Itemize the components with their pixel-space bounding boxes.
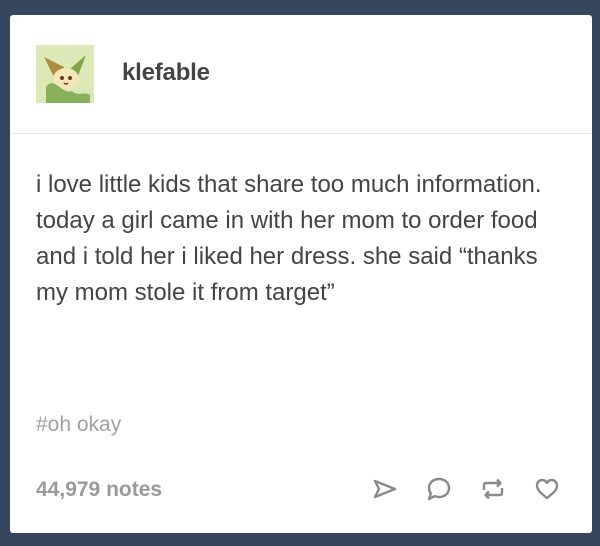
reblog-button[interactable] xyxy=(478,474,508,504)
post-body: i love little kids that share too much i… xyxy=(36,171,542,306)
like-button[interactable] xyxy=(532,474,562,504)
post-actions xyxy=(370,474,562,504)
reblog-icon xyxy=(482,478,504,500)
avatar[interactable] xyxy=(36,45,94,103)
like-icon xyxy=(535,478,559,500)
post-footer: 44,979 notes xyxy=(10,470,592,510)
username[interactable]: klefable xyxy=(122,59,210,87)
reply-button[interactable] xyxy=(424,474,454,504)
share-button[interactable] xyxy=(370,474,400,504)
reply-icon xyxy=(427,477,451,501)
post-tag[interactable]: #oh okay xyxy=(36,413,121,437)
notes-count[interactable]: 44,979 notes xyxy=(36,478,162,502)
post-header: klefable xyxy=(10,15,592,134)
share-icon xyxy=(373,479,397,499)
leafeon-avatar-icon xyxy=(36,45,94,103)
post-card: klefable i love little kids that share t… xyxy=(10,15,592,533)
